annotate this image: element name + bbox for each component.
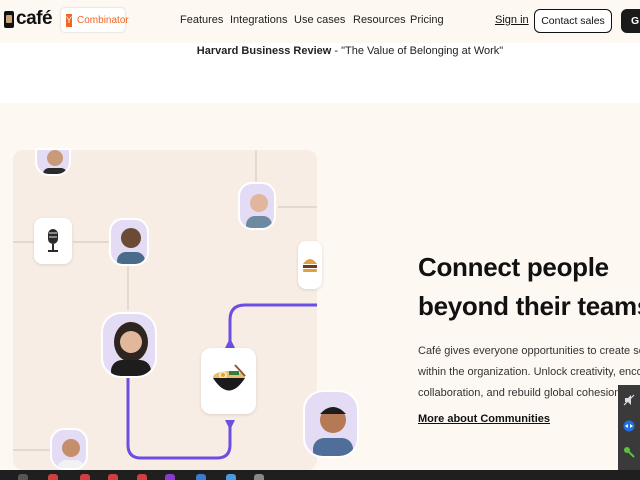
microphone-icon — [48, 229, 58, 252]
key-icon[interactable] — [618, 441, 640, 463]
taskbar-app-icon[interactable] — [165, 474, 175, 480]
yc-mark-icon: Y — [66, 13, 73, 27]
taskbar-app-icon[interactable] — [80, 474, 90, 480]
heading-line-1: Connect people — [418, 252, 609, 282]
quote-title: - "The Value of Belonging at Work" — [331, 45, 504, 57]
teamviewer-icon[interactable] — [618, 415, 640, 437]
description-line-3: collaboration, and rebuild global cohesi… — [418, 387, 624, 399]
ramen-card — [201, 348, 256, 414]
description-line-2: within the organization. Unlock creativi… — [418, 366, 640, 378]
section-heading: Connect people beyond their teams — [418, 248, 640, 326]
mute-icon[interactable] — [618, 389, 640, 411]
get-started-button[interactable]: G — [621, 9, 640, 33]
logo-text: café — [16, 8, 53, 29]
taskbar-app-icon[interactable] — [226, 474, 236, 480]
taskbar-app-icon[interactable] — [254, 474, 264, 480]
taskbar-app-icon[interactable] — [196, 474, 206, 480]
burger-card — [298, 241, 322, 289]
section-description: Café gives everyone opportunities to cre… — [418, 341, 640, 404]
avatar — [109, 218, 149, 266]
contact-sales-button[interactable]: Contact sales — [534, 9, 612, 33]
taskbar-app-icon[interactable] — [108, 474, 118, 480]
avatar — [35, 148, 71, 176]
os-taskbar — [0, 470, 640, 480]
avatar — [50, 428, 88, 470]
taskbar-app-icon[interactable] — [48, 474, 58, 480]
more-about-communities-link[interactable]: More about Communities — [418, 413, 550, 425]
quote-source: Harvard Business Review — [196, 45, 332, 57]
avatar — [238, 182, 276, 230]
taskbar-app-icon[interactable] — [18, 474, 28, 480]
coffee-cup-icon — [4, 11, 14, 28]
nav-pricing[interactable]: Pricing — [410, 14, 444, 26]
heading-line-2: beyond their teams — [418, 291, 640, 321]
yc-text: Combinator — [77, 14, 129, 26]
ramen-bowl-icon — [212, 364, 246, 391]
burger-icon — [303, 259, 317, 272]
nav-integrations[interactable]: Integrations — [230, 14, 287, 26]
nav-resources[interactable]: Resources — [353, 14, 406, 26]
signin-link[interactable]: Sign in — [495, 14, 529, 26]
taskbar-app-icon[interactable] — [137, 474, 147, 480]
cafe-logo[interactable]: café — [3, 8, 53, 30]
avatar — [303, 390, 359, 458]
yc-badge[interactable]: Y Combinator — [61, 8, 129, 32]
side-toolbar — [618, 385, 640, 470]
description-line-1: Café gives everyone opportunities to cre… — [418, 345, 640, 357]
top-nav: café Y Combinator Features Integrations … — [0, 0, 640, 43]
nav-features[interactable]: Features — [180, 14, 223, 26]
avatar — [101, 312, 157, 378]
nav-use-cases[interactable]: Use cases — [294, 14, 345, 26]
quote-citation: Harvard Business Review - "The Value of … — [0, 45, 640, 57]
microphone-card — [34, 218, 72, 264]
